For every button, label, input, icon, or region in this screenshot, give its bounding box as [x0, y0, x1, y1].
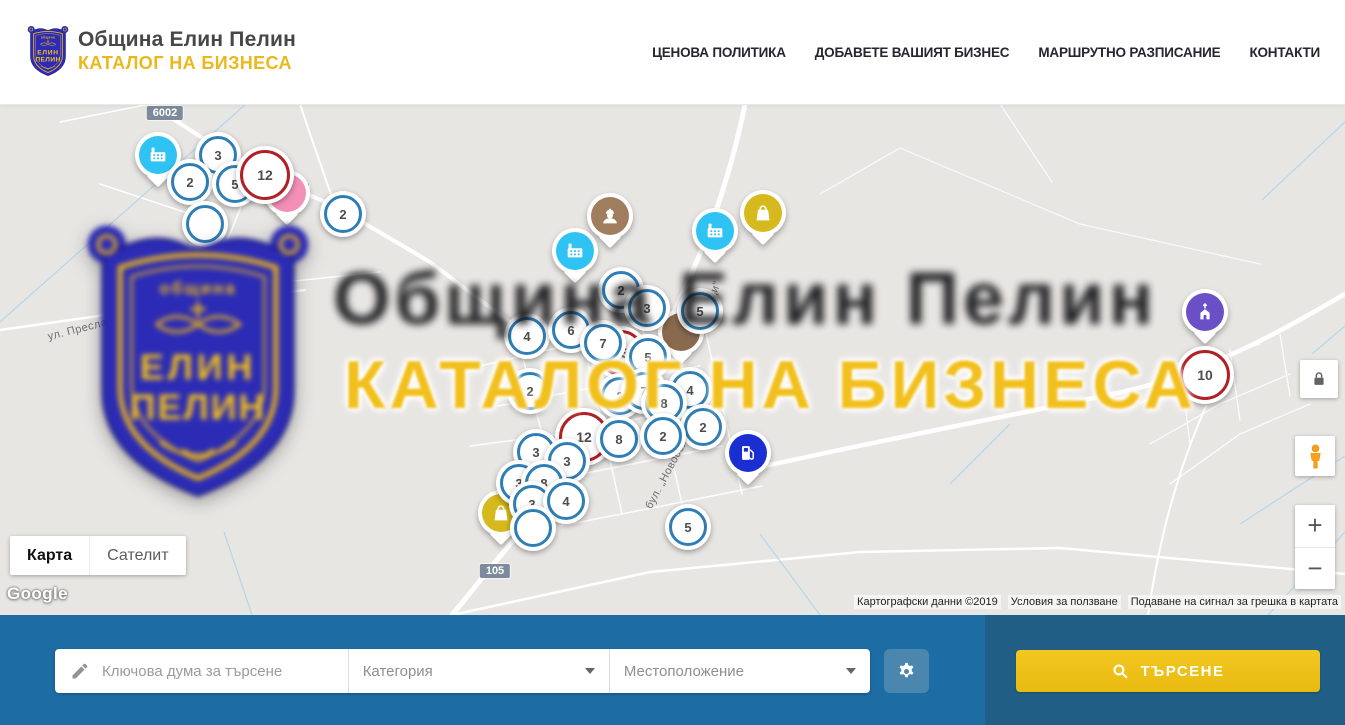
cluster-marker[interactable]	[510, 505, 556, 551]
brand-text: Община Елин Пелин КАТАЛОГ НА БИЗНЕСА	[78, 28, 296, 74]
chevron-down-icon	[585, 668, 595, 674]
map-attribution-item: Картографски данни ©2019	[854, 595, 1001, 609]
lock-icon	[1309, 369, 1329, 389]
cluster-marker[interactable]: 8	[596, 416, 642, 462]
category-dropdown[interactable]: Категория	[349, 649, 610, 693]
keyword-field-section	[55, 649, 349, 693]
cluster-marker[interactable]: 2	[507, 368, 553, 414]
nav-item[interactable]: ЦЕНОВА ПОЛИТИКА	[652, 45, 786, 60]
map-attribution: Картографски данни ©2019 Условия за ползв…	[854, 595, 1341, 609]
cluster-marker[interactable]: 12	[236, 146, 294, 204]
cluster-marker[interactable]: 7	[580, 320, 626, 366]
cluster-marker[interactable]: 5	[677, 288, 723, 334]
worker-pin[interactable]	[587, 193, 633, 239]
pegman-icon	[1302, 443, 1329, 470]
zoom-out-button[interactable]: −	[1295, 548, 1335, 590]
cluster-marker[interactable]: 10	[1176, 346, 1234, 404]
google-logo[interactable]: Google	[7, 584, 68, 604]
pencil-icon	[70, 661, 90, 681]
cluster-marker[interactable]: 2	[320, 191, 366, 237]
fuel-pin[interactable]	[725, 430, 771, 476]
cluster-marker[interactable]: 2	[680, 404, 726, 450]
cluster-marker[interactable]: 4	[504, 313, 550, 359]
map-canvas[interactable]: 6002105ул. Преславбул. „Новоселци" 32512…	[0, 104, 1345, 615]
search-fields-row: Категория Местоположение	[55, 649, 870, 693]
church-pin[interactable]	[1182, 289, 1228, 335]
map-markers: 3251222351354672274821282333834510	[0, 104, 1345, 615]
advanced-settings-button[interactable]	[884, 649, 929, 693]
nav-item[interactable]: КОНТАКТИ	[1249, 45, 1320, 60]
street-view-pegman-button[interactable]	[1295, 436, 1335, 476]
lock-button[interactable]	[1300, 360, 1338, 398]
main-nav: ЦЕНОВА ПОЛИТИКА ДОБАВЕТЕ ВАШИЯТ БИЗНЕС МАР…	[652, 0, 1320, 104]
header: Община Елин Пелин КАТАЛОГ НА БИЗНЕСА ЦЕН…	[0, 0, 1345, 105]
map-attribution-item[interactable]: Условия за ползване	[1008, 595, 1121, 609]
map-attribution-item[interactable]: Подаване на сигнал за грешка в картата	[1128, 595, 1341, 609]
map-type-map-button[interactable]: Карта	[10, 536, 89, 575]
zoom-in-button[interactable]: +	[1295, 505, 1335, 548]
municipality-emblem-icon	[27, 24, 69, 77]
cluster-marker[interactable]: 2	[640, 413, 686, 459]
zoom-control: + −	[1295, 505, 1335, 589]
brand-logo[interactable]: Община Елин Пелин КАТАЛОГ НА БИЗНЕСА	[27, 24, 296, 77]
bag-pin[interactable]	[740, 190, 786, 236]
keyword-search-input[interactable]	[100, 662, 348, 681]
cluster-marker[interactable]	[182, 201, 228, 247]
page: община ЕЛИН ПЕЛИН Община Елин Пелин КАТА…	[0, 0, 1345, 725]
search-icon	[1111, 662, 1130, 681]
search-bar: Категория Местоположение ТЪРСЕНЕ	[0, 615, 1345, 725]
chevron-down-icon	[846, 668, 856, 674]
map-type-satellite-button[interactable]: Сателит	[89, 536, 185, 575]
category-dropdown-label: Категория	[363, 663, 433, 680]
search-button[interactable]: ТЪРСЕНЕ	[1016, 650, 1320, 692]
cluster-marker[interactable]: 2	[167, 159, 213, 205]
cluster-marker[interactable]: 3	[624, 285, 670, 331]
brand-subtitle: КАТАЛОГ НА БИЗНЕСА	[78, 53, 296, 74]
nav-item[interactable]: ДОБАВЕТЕ ВАШИЯТ БИЗНЕС	[815, 45, 1010, 60]
location-dropdown[interactable]: Местоположение	[610, 649, 870, 693]
factory-pin[interactable]	[692, 208, 738, 254]
location-dropdown-label: Местоположение	[624, 663, 744, 680]
search-button-label: ТЪРСЕНЕ	[1140, 663, 1224, 680]
brand-title: Община Елин Пелин	[78, 28, 296, 52]
map-type-control: Карта Сателит	[10, 536, 186, 575]
nav-item[interactable]: МАРШРУТНО РАЗПИСАНИЕ	[1038, 45, 1220, 60]
cluster-marker[interactable]: 5	[665, 504, 711, 550]
gear-icon	[895, 660, 918, 683]
